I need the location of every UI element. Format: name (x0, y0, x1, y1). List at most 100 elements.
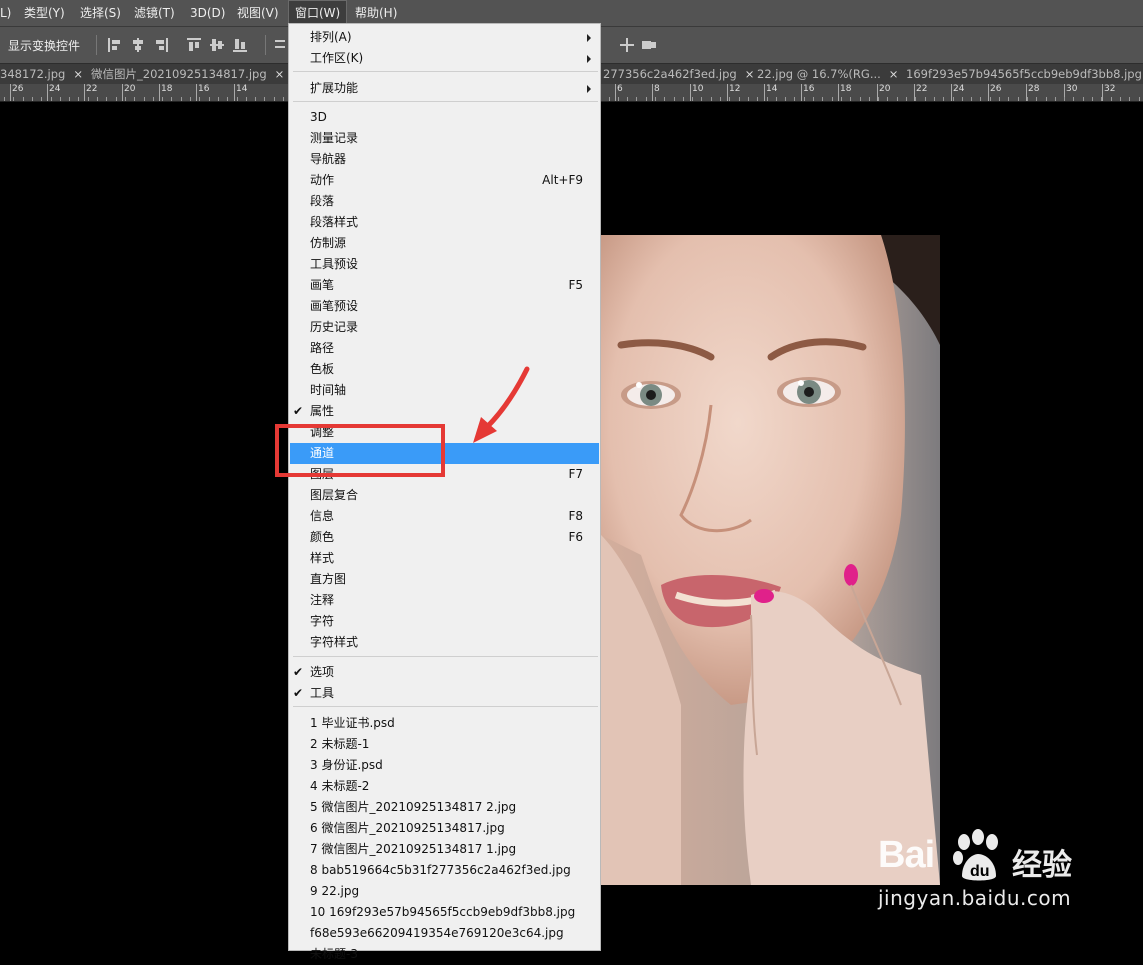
ruler-minor-tick (794, 97, 795, 101)
close-icon[interactable]: × (73, 67, 83, 81)
menu-item[interactable]: 4 未标题-2 (290, 776, 599, 797)
ruler-minor-tick (767, 97, 768, 101)
tab-document[interactable]: 微信图片_20210925134817.jpg × (91, 64, 284, 84)
ruler-minor-tick (915, 97, 916, 101)
menu-type[interactable]: 类型(Y) (24, 0, 65, 26)
ruler-minor-tick (943, 97, 944, 101)
ruler-minor-tick (813, 97, 814, 101)
close-icon[interactable]: × (745, 67, 755, 81)
menu-select[interactable]: 选择(S) (80, 0, 121, 26)
tab-document[interactable]: 277356c2a462f3ed.jpg × (603, 64, 754, 84)
menu-item[interactable]: 8 bab519664c5b31f277356c2a462f3ed.jpg (290, 860, 599, 881)
menu-item[interactable]: 颜色 F6 (290, 527, 599, 548)
menu-item[interactable]: 画笔 F5 (290, 275, 599, 296)
menu-item[interactable]: 2 未标题-1 (290, 734, 599, 755)
menu-item[interactable]: 时间轴 (290, 380, 599, 401)
menu-item[interactable]: 信息 F8 (290, 506, 599, 527)
menu-item-label: 扩展功能 (310, 81, 359, 95)
ruler-major-tick (615, 84, 616, 101)
menu-item[interactable]: 样式 (290, 548, 599, 569)
menu-item[interactable]: 注释 (290, 590, 599, 611)
menu-item[interactable]: 直方图 (290, 569, 599, 590)
tab-document-active[interactable]: 22.jpg @ 16.7%(RG... × (757, 64, 898, 84)
menu-item[interactable]: 仿制源 (290, 233, 599, 254)
menu-item[interactable]: 字符样式 (290, 632, 599, 653)
menu-item[interactable]: 测量记录 (290, 128, 599, 149)
menu-item[interactable]: 7 微信图片_20210925134817 1.jpg (290, 839, 599, 860)
menu-item[interactable]: f68e593e66209419354e769120e3c64.jpg (290, 923, 599, 944)
menu-item[interactable]: 历史记录 (290, 317, 599, 338)
show-transform-controls-label[interactable]: 显示变换控件 (8, 37, 80, 54)
menu-item[interactable]: 扩展功能 (290, 78, 599, 99)
align-bottom-icon[interactable] (233, 38, 247, 52)
menu-item-label: 3D (310, 110, 327, 124)
ruler-tick-label: 22 (86, 84, 98, 94)
menu-item-label: 图层复合 (310, 488, 359, 502)
align-right-icon[interactable] (154, 38, 168, 52)
menu-item-label: 字符样式 (310, 635, 359, 649)
menu-item[interactable]: ✔ 属性 (290, 401, 599, 422)
ruler-minor-tick (1008, 97, 1009, 101)
menu-item-label: 段落 (310, 194, 335, 208)
menu-item[interactable]: 字符 (290, 611, 599, 632)
menu-filter[interactable]: 滤镜(T) (134, 0, 175, 26)
distribute-top-icon[interactable] (275, 38, 289, 52)
menu-item[interactable]: 工作区(K) (290, 48, 599, 69)
menu-item-label: 工作区(K) (310, 51, 364, 65)
align-hcenter-icon[interactable] (131, 38, 145, 52)
ruler-minor-tick (739, 97, 740, 101)
ruler-minor-tick (925, 97, 926, 101)
ruler-minor-tick (971, 97, 972, 101)
ruler-minor-tick (1018, 97, 1019, 101)
menu-item[interactable]: 10 169f293e57b94565f5ccb9eb9df3bb8.jpg (290, 902, 599, 923)
close-icon[interactable]: × (275, 67, 285, 81)
menu-item[interactable]: 色板 (290, 359, 599, 380)
menu-item[interactable]: 3D (290, 107, 599, 128)
menu-item[interactable]: 画笔预设 (290, 296, 599, 317)
align-vcenter-icon[interactable] (210, 38, 224, 52)
align-top-icon[interactable] (187, 38, 201, 52)
menu-item-label: f68e593e66209419354e769120e3c64.jpg (310, 926, 564, 940)
menu-item-shortcut: F7 (568, 467, 583, 481)
menu-item[interactable]: 导航器 (290, 149, 599, 170)
ruler-tick-label: 16 (198, 84, 210, 94)
menu-item[interactable]: 9 22.jpg (290, 881, 599, 902)
menu-item[interactable]: 路径 (290, 338, 599, 359)
video-camera-icon[interactable] (642, 38, 656, 52)
menu-item[interactable]: 动作 Alt+F9 (290, 170, 599, 191)
ruler-major-tick (196, 84, 197, 101)
ruler-minor-tick (181, 97, 182, 101)
menu-item[interactable]: 段落样式 (290, 212, 599, 233)
ruler-minor-tick (692, 97, 693, 101)
ruler-minor-tick (822, 97, 823, 101)
ruler-major-tick (764, 84, 765, 101)
menu-item[interactable]: ✔ 选项 (290, 662, 599, 683)
menu-item[interactable]: 工具预设 (290, 254, 599, 275)
3d-move-icon[interactable] (620, 38, 634, 52)
menu-3d[interactable]: 3D(D) (190, 0, 225, 26)
close-icon[interactable]: × (889, 67, 899, 81)
menu-item[interactable]: 排列(A) (290, 27, 599, 48)
menu-item[interactable]: 3 身份证.psd (290, 755, 599, 776)
menu-item[interactable]: 段落 (290, 191, 599, 212)
ruler-tick-label: 22 (916, 84, 928, 94)
menu-view[interactable]: 视图(V) (237, 0, 279, 26)
ruler-minor-tick (999, 97, 1000, 101)
ruler-minor-tick (153, 97, 154, 101)
align-left-icon[interactable] (108, 38, 122, 52)
tab-document[interactable]: 348172.jpg × (0, 64, 83, 84)
menu-item[interactable]: 图层复合 (290, 485, 599, 506)
tab-document[interactable]: 169f293e57b94565f5ccb9eb9df3bb8.jpg× (906, 64, 1143, 84)
menu-item[interactable]: ✔ 工具 (290, 683, 599, 704)
menu-divider (293, 101, 598, 102)
menu-layer[interactable]: L) (0, 0, 11, 26)
ruler-major-tick (159, 84, 160, 101)
ruler-minor-tick (655, 97, 656, 101)
menu-item[interactable]: 6 微信图片_20210925134817.jpg (290, 818, 599, 839)
ruler-minor-tick (32, 97, 33, 101)
menu-item[interactable]: 5 微信图片_20210925134817 2.jpg (290, 797, 599, 818)
menu-item-label: 字符 (310, 614, 335, 628)
ruler-tick-label: 20 (879, 84, 891, 94)
menu-item[interactable]: 未标题-3 (290, 944, 599, 965)
menu-item[interactable]: 1 毕业证书.psd (290, 713, 599, 734)
